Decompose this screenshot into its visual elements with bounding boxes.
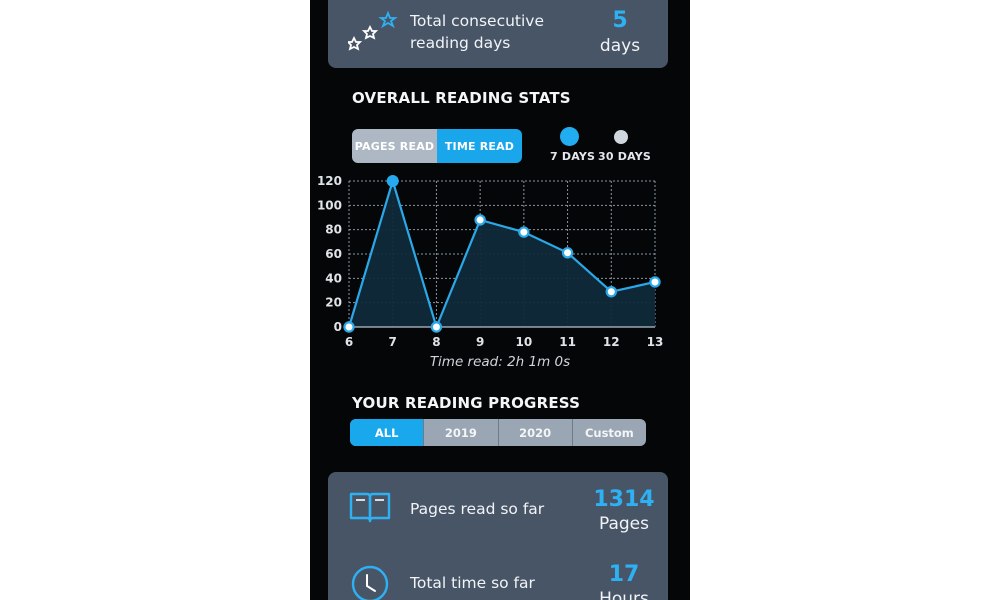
streak-label-line2: reading days [410,34,511,52]
chart-point [518,226,530,238]
y-tick-label: 120 [317,174,342,188]
streak-value: 5 [612,8,628,33]
phone-screen: Total consecutive reading days 5 days OV… [310,0,690,600]
y-tick-label: 80 [325,223,342,237]
y-tick-label: 100 [317,198,342,212]
metric-toggle: PAGES READ TIME READ [352,129,522,163]
range-7-days-label[interactable]: 7 DAYS [550,150,595,163]
y-tick-label: 40 [325,271,342,285]
reading-chart: 0 20 40 60 80 100 120 6 7 8 9 10 11 12 13 [317,174,664,349]
x-tick-label: 9 [476,335,484,349]
streak-card: Total consecutive reading days 5 days [328,0,668,68]
pages-read-value: 1314 [593,487,655,512]
summary-card: Pages read so far 1314 Pages Total time … [328,472,668,600]
tab-all[interactable]: ALL [350,419,424,446]
time-read-toggle[interactable]: TIME READ [437,129,522,163]
tab-custom[interactable]: Custom [571,419,646,446]
chart-point [649,276,661,288]
x-tick-label: 11 [559,335,576,349]
stars-icon [348,10,398,51]
total-time-unit: Hours [599,589,649,600]
time-read-text: Time read: 2h 1m 0s [429,354,571,370]
chart-point [430,321,443,333]
pages-read-toggle[interactable]: PAGES READ [352,129,437,163]
clock-icon [351,565,389,600]
x-tick-label: 6 [345,335,353,349]
streak-label-line1: Total consecutive [410,12,545,30]
streak-unit: days [599,36,641,56]
total-time-label: Total time so far [410,574,535,592]
streak-label: Total consecutive reading days [410,10,544,54]
tab-2020[interactable]: 2020 [497,419,572,446]
chart-point [561,247,574,259]
range-30-days-label[interactable]: 30 DAYS [598,150,651,163]
x-tick-label: 13 [647,335,664,349]
x-tick-label: 7 [389,335,397,349]
pages-read-label: Pages read so far [410,500,545,518]
chart-point [474,214,486,226]
range-7-days-dot[interactable] [560,127,579,146]
total-time-value: 17 [608,562,640,587]
y-tick-label: 60 [325,247,342,261]
book-icon [349,492,391,523]
stats-title: OVERALL READING STATS [352,89,571,107]
x-tick-label: 10 [516,335,533,349]
progress-tabs: ALL 2019 2020 Custom [350,419,646,446]
x-tick-label: 8 [432,335,440,349]
x-tick-label: 12 [603,335,620,349]
chart-point [343,321,355,333]
tab-2019[interactable]: 2019 [423,419,497,446]
pages-read-unit: Pages [598,514,649,534]
chart-point [386,175,399,187]
chart-point [605,286,617,298]
y-tick-label: 20 [325,296,342,310]
y-tick-label: 0 [334,320,342,334]
range-30-days-dot[interactable] [614,130,628,144]
progress-title: YOUR READING PROGRESS [352,394,581,412]
